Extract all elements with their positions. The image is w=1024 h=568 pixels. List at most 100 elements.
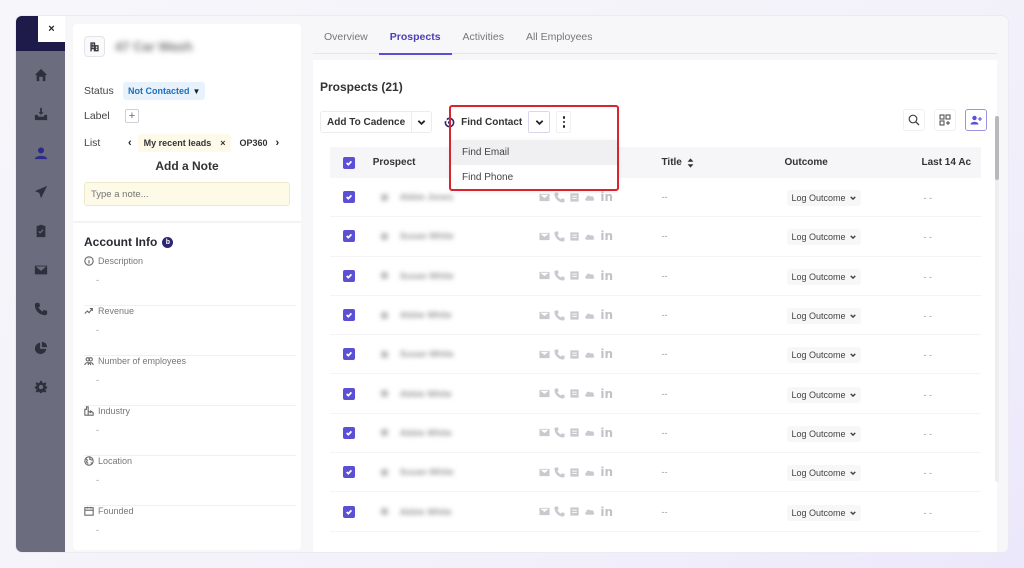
prospect-cell[interactable]: Susan White (369, 467, 540, 477)
mail-icon[interactable] (539, 270, 550, 281)
log-outcome-dropdown[interactable]: Log Outcome (786, 308, 861, 325)
note-icon[interactable] (569, 192, 580, 203)
prospect-cell[interactable]: Susan White (369, 349, 540, 359)
note-icon[interactable] (569, 231, 580, 242)
table-scrollbar-thumb[interactable] (995, 116, 999, 180)
find-contact-caret[interactable] (528, 111, 551, 133)
log-outcome-dropdown[interactable]: Log Outcome (786, 268, 861, 285)
log-outcome-dropdown[interactable]: Log Outcome (786, 190, 861, 207)
note-icon[interactable] (569, 427, 580, 438)
phone-icon[interactable] (554, 309, 565, 321)
row-checkbox[interactable] (343, 426, 356, 439)
tab-all-employees[interactable]: All Employees (515, 24, 604, 54)
log-outcome-dropdown[interactable]: Log Outcome (786, 347, 861, 364)
log-outcome-dropdown[interactable]: Log Outcome (786, 465, 861, 482)
nav-prospects[interactable] (16, 141, 65, 165)
table-row[interactable]: Susan White in -- Log Outcome - - (330, 335, 981, 375)
nav-settings[interactable] (16, 375, 65, 399)
more-options-button[interactable] (556, 111, 572, 133)
cloud-icon[interactable] (584, 506, 595, 517)
nav-cadences[interactable] (16, 180, 65, 204)
status-dropdown[interactable]: Not Contacted ▼ (123, 82, 206, 100)
linkedin-icon[interactable]: in (600, 190, 613, 204)
row-checkbox[interactable] (343, 191, 356, 204)
table-row[interactable]: Susan White in -- Log Outcome - - (330, 257, 981, 296)
mail-icon[interactable] (539, 388, 550, 399)
cloud-icon[interactable] (584, 388, 595, 399)
cloud-icon[interactable] (584, 270, 595, 281)
phone-icon[interactable] (554, 349, 565, 360)
table-row[interactable]: Abbie White in -- Log Outcome - - (330, 374, 981, 414)
table-row[interactable]: Abbie White in -- Log Outcome - - (330, 492, 981, 532)
mail-icon[interactable] (539, 506, 550, 517)
add-prospect-button[interactable] (965, 109, 987, 131)
prospect-cell[interactable]: Abbie White (369, 507, 540, 517)
note-icon[interactable] (569, 349, 580, 360)
nav-home[interactable] (16, 63, 65, 87)
chevron-left-icon[interactable]: ‹ (128, 137, 132, 149)
add-label-button[interactable]: + (125, 109, 139, 123)
log-outcome-dropdown[interactable]: Log Outcome (786, 229, 861, 246)
prospect-cell[interactable]: Abbie White (369, 428, 540, 438)
linkedin-icon[interactable]: in (600, 465, 613, 479)
linkedin-icon[interactable]: in (600, 229, 613, 243)
prospect-cell[interactable]: Abbie White (369, 310, 540, 320)
cloud-icon[interactable] (584, 231, 595, 242)
chevron-right-icon[interactable]: › (276, 137, 280, 149)
log-outcome-dropdown[interactable]: Log Outcome (786, 386, 861, 403)
search-button[interactable] (903, 109, 925, 131)
phone-icon[interactable] (554, 506, 565, 517)
cloud-icon[interactable] (584, 349, 595, 360)
row-checkbox[interactable] (343, 505, 356, 518)
log-outcome-dropdown[interactable]: Log Outcome (786, 425, 861, 442)
add-column-button[interactable] (934, 109, 956, 131)
phone-icon[interactable] (554, 467, 565, 478)
mail-icon[interactable] (539, 192, 550, 203)
nav-email[interactable] (16, 258, 65, 282)
table-row[interactable]: Abbie White in -- Log Outcome - - (330, 296, 981, 336)
linkedin-icon[interactable]: in (600, 308, 613, 322)
remove-list-icon[interactable]: × (220, 138, 225, 148)
tab-overview[interactable]: Overview (313, 24, 379, 54)
row-checkbox[interactable] (343, 387, 356, 400)
tab-prospects[interactable]: Prospects (378, 24, 452, 55)
phone-icon[interactable] (554, 270, 565, 281)
table-row[interactable]: Abbie White in -- Log Outcome - - (330, 414, 981, 454)
table-row[interactable]: Abbie Jones in -- Log Outcome - - (330, 178, 981, 218)
cloud-icon[interactable] (584, 427, 595, 438)
row-checkbox[interactable] (343, 269, 356, 282)
nav-inbox[interactable] (16, 102, 65, 126)
phone-icon[interactable] (554, 231, 565, 242)
select-all-checkbox[interactable] (343, 156, 356, 169)
header-title[interactable]: Title (661, 157, 784, 168)
menu-item-find-phone[interactable]: Find Phone (451, 165, 617, 190)
menu-item-find-email[interactable]: Find Email (451, 140, 617, 165)
table-row[interactable]: Susan White in -- Log Outcome - - (330, 453, 981, 493)
linkedin-icon[interactable]: in (600, 387, 613, 401)
mail-icon[interactable] (539, 310, 550, 321)
note-icon[interactable] (569, 388, 580, 399)
note-icon[interactable] (569, 467, 580, 478)
note-icon[interactable] (569, 270, 580, 281)
linkedin-icon[interactable]: in (600, 269, 613, 283)
row-checkbox[interactable] (343, 466, 356, 479)
phone-icon[interactable] (554, 427, 565, 438)
mail-icon[interactable] (539, 349, 550, 360)
find-contact-button[interactable]: Find Contact (438, 111, 528, 133)
row-checkbox[interactable] (343, 309, 356, 322)
cloud-icon[interactable] (584, 310, 595, 321)
note-icon[interactable] (569, 506, 580, 517)
linkedin-icon[interactable]: in (600, 347, 613, 361)
phone-icon[interactable] (554, 388, 565, 399)
tab-activities[interactable]: Activities (452, 24, 515, 54)
cloud-icon[interactable] (584, 467, 595, 478)
mail-icon[interactable] (539, 231, 550, 242)
mail-icon[interactable] (539, 427, 550, 438)
linkedin-icon[interactable]: in (600, 505, 613, 519)
prospect-cell[interactable]: Susan White (369, 231, 540, 241)
prospect-cell[interactable]: Susan White (369, 271, 540, 281)
nav-calls[interactable] (16, 297, 65, 321)
add-to-cadence-button[interactable]: Add To Cadence (321, 112, 411, 132)
nav-reports[interactable] (16, 336, 65, 360)
note-input[interactable] (84, 182, 290, 206)
